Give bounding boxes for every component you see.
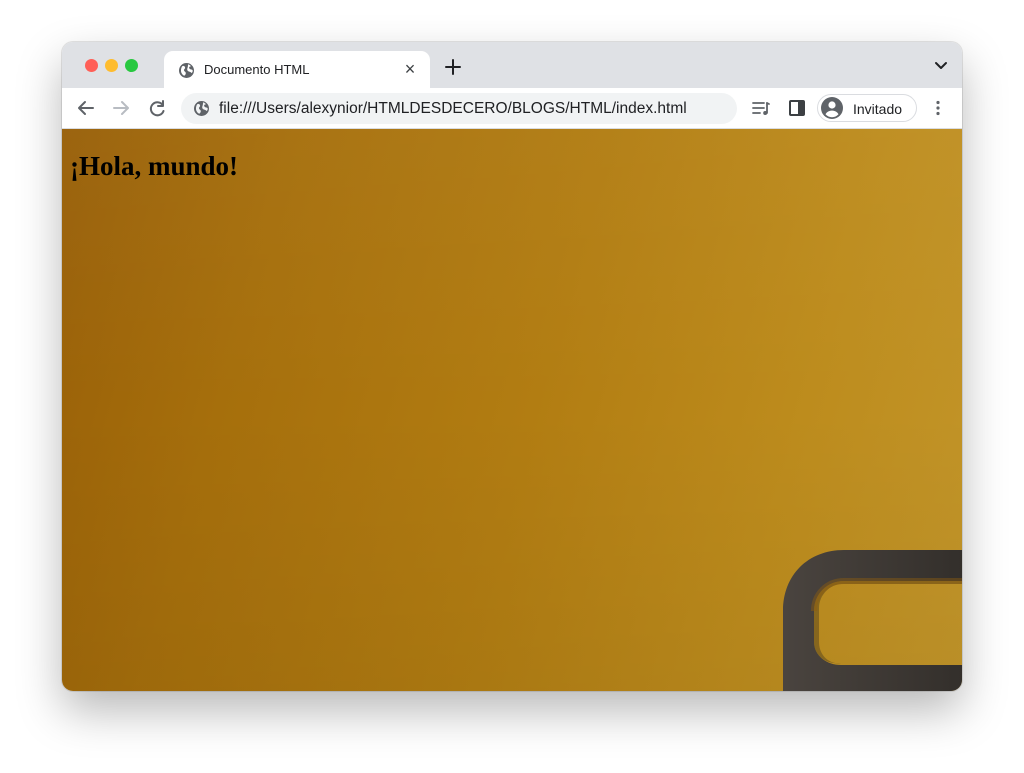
reload-icon[interactable]	[147, 98, 167, 118]
globe-icon[interactable]	[193, 100, 210, 117]
close-tab-icon[interactable]: ×	[402, 60, 418, 78]
tab-title: Documento HTML	[204, 62, 310, 77]
browser-window: Documento HTML × file:///Users/alexynior…	[62, 42, 962, 691]
wallpaper-shape	[783, 550, 962, 691]
plus-icon[interactable]	[442, 56, 464, 78]
globe-icon	[179, 63, 194, 78]
address-bar[interactable]: file:///Users/alexynior/HTMLDESDECERO/BL…	[181, 93, 737, 124]
forward-arrow-icon[interactable]	[111, 98, 131, 118]
avatar-icon	[821, 97, 843, 119]
profile-label: Invitado	[853, 101, 903, 117]
close-window-button[interactable]	[85, 59, 98, 72]
profile-button[interactable]: Invitado	[817, 94, 917, 122]
menu-dots-icon[interactable]	[928, 98, 948, 118]
browser-toolbar: file:///Users/alexynior/HTMLDESDECERO/BL…	[62, 88, 962, 129]
side-panel-icon[interactable]	[787, 98, 807, 118]
reading-list-icon[interactable]	[751, 98, 771, 118]
page-heading: ¡Hola, mundo!	[70, 151, 239, 181]
back-arrow-icon[interactable]	[76, 98, 96, 118]
chevron-down-icon[interactable]	[934, 61, 948, 71]
zoom-window-button[interactable]	[125, 59, 138, 72]
page-viewport: ¡Hola, mundo!	[62, 129, 962, 691]
minimize-window-button[interactable]	[105, 59, 118, 72]
active-tab[interactable]: Documento HTML ×	[164, 51, 430, 88]
url-text[interactable]: file:///Users/alexynior/HTMLDESDECERO/BL…	[219, 100, 687, 118]
tab-strip: Documento HTML ×	[62, 42, 962, 88]
